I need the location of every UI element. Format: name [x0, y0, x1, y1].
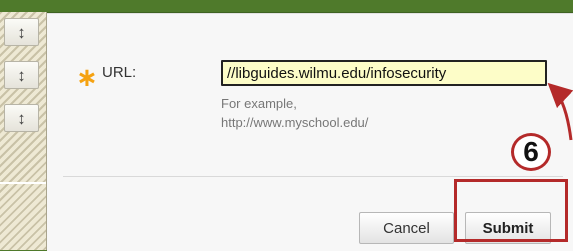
url-dialog-panel: ∗ URL: For example, http://www.myschool.…	[47, 13, 573, 251]
step-number-badge: 6	[511, 133, 551, 171]
example-url: http://www.myschool.edu/	[221, 115, 369, 130]
url-label: URL:	[102, 64, 137, 81]
drag-handle-icon[interactable]: ↕	[4, 104, 39, 132]
window-top-border	[0, 0, 573, 13]
drag-handle-icon[interactable]: ↕	[4, 61, 39, 89]
drag-handle-icon[interactable]: ↕	[4, 18, 39, 46]
cancel-button[interactable]: Cancel	[359, 212, 454, 244]
side-content-strip: ↕ ↕ ↕	[0, 12, 47, 250]
url-input[interactable]	[221, 60, 547, 86]
required-asterisk-icon: ∗	[76, 62, 98, 92]
example-hint-line: For example,	[221, 96, 297, 111]
submit-button[interactable]: Submit	[465, 212, 551, 244]
footer-divider	[63, 176, 563, 177]
strip-divider	[0, 182, 46, 184]
url-example-hint: For example, http://www.myschool.edu/	[221, 94, 421, 132]
